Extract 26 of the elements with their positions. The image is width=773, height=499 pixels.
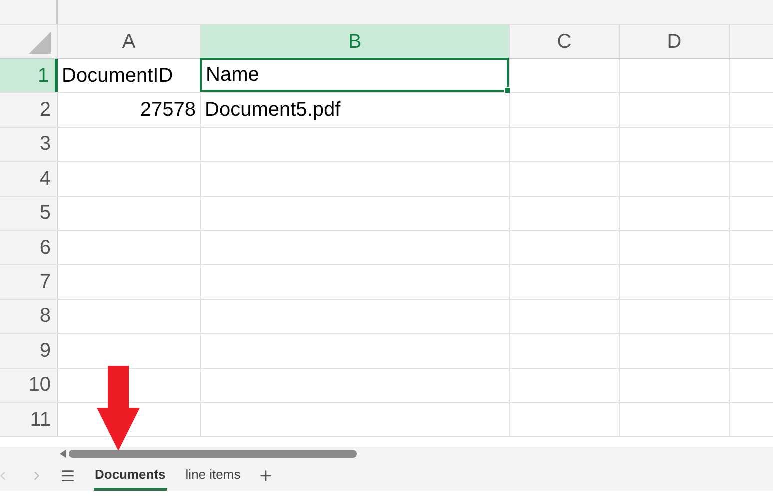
scroll-left-icon[interactable] xyxy=(60,450,66,458)
menu-icon[interactable] xyxy=(60,468,76,484)
row-header[interactable]: 7 xyxy=(0,265,58,299)
table-cell[interactable]: Name xyxy=(200,58,509,92)
fill-handle-icon[interactable] xyxy=(504,87,511,94)
column-header[interactable]: C xyxy=(510,25,620,58)
table-cell[interactable]: Document5.pdf xyxy=(201,93,509,127)
row-header[interactable]: 9 xyxy=(0,334,58,368)
table-cell[interactable]: 27578 xyxy=(58,93,200,127)
row-header[interactable]: 8 xyxy=(0,300,58,334)
column-header[interactable]: D xyxy=(620,25,730,58)
row-header[interactable]: 10 xyxy=(0,368,58,402)
row-header[interactable]: 3 xyxy=(0,128,58,162)
row-header[interactable]: 2 xyxy=(0,93,58,127)
sheet-tab[interactable]: line items xyxy=(184,461,242,491)
arrow-icon xyxy=(97,366,140,451)
row-header[interactable]: 11 xyxy=(0,402,58,436)
horizontal-scrollbar[interactable] xyxy=(69,450,357,458)
add-sheet-icon[interactable] xyxy=(258,468,274,484)
row-header[interactable]: 5 xyxy=(0,196,58,230)
sheet-tab[interactable]: Documents xyxy=(94,461,167,491)
row-header[interactable]: 4 xyxy=(0,162,58,196)
column-header[interactable]: B xyxy=(201,25,510,58)
row-header[interactable]: 1 xyxy=(0,59,58,92)
table-cell[interactable]: DocumentID xyxy=(58,59,200,92)
row-header[interactable]: 6 xyxy=(0,230,58,264)
